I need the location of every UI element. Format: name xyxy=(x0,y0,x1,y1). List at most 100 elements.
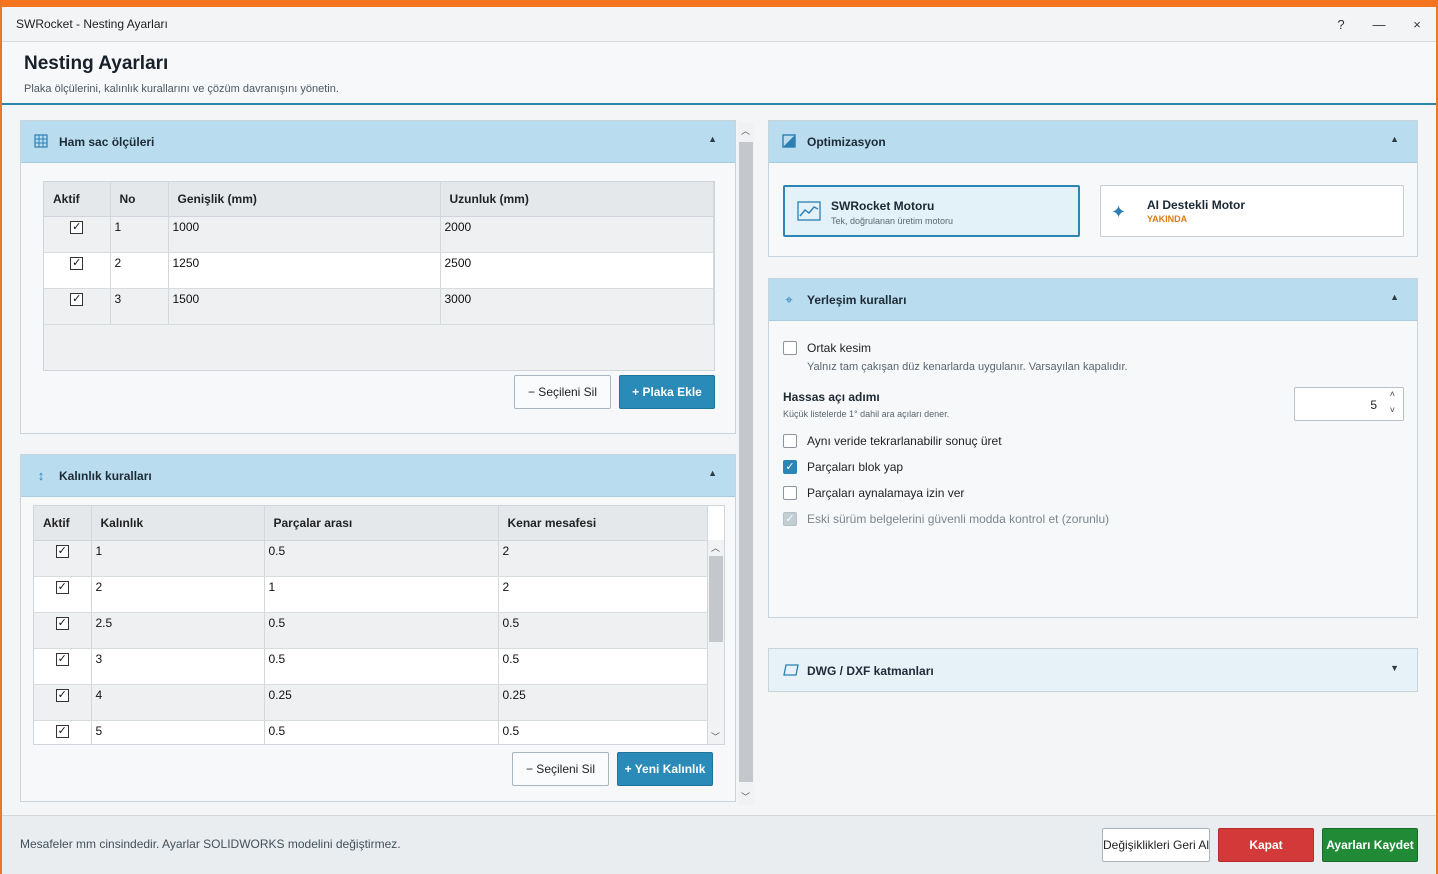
thickness-table-scrollbar[interactable]: ︿ ﹀ xyxy=(708,540,724,744)
collapse-icon[interactable]: ▲ xyxy=(1390,292,1399,302)
block-parts-label[interactable]: Parçaları blok yap xyxy=(807,460,903,474)
row-checkbox[interactable]: ✓ xyxy=(55,688,69,702)
scroll-up-icon[interactable]: ︿ xyxy=(741,124,750,137)
cell-no[interactable]: 1 xyxy=(110,216,169,253)
repeatable-result-label[interactable]: Aynı veride tekrarlanabilir sonuç üret xyxy=(807,434,1002,448)
engine-swrocket-card[interactable]: SWRocket Motoru Tek, doğrulanan üretim m… xyxy=(783,185,1080,237)
col-header[interactable]: Kenar mesafesi xyxy=(498,506,708,541)
scroll-down-icon[interactable]: ﹀ xyxy=(711,730,720,743)
block-parts-checkbox[interactable]: ✓ xyxy=(783,460,797,474)
revert-changes-button[interactable]: Değişiklikleri Geri Al xyxy=(1102,828,1210,862)
scroll-down-icon[interactable]: ﹀ xyxy=(741,790,750,803)
collapse-icon[interactable]: ▲ xyxy=(1390,134,1399,144)
cell-gap[interactable]: 1 xyxy=(264,576,499,613)
table-row[interactable]: ✓ 3 0.5 0.5 xyxy=(34,648,708,685)
cell-width[interactable]: 1000 xyxy=(168,216,441,253)
table-row[interactable]: ✓ 1 1000 2000 xyxy=(44,216,714,253)
col-header[interactable]: Aktif xyxy=(34,506,92,541)
save-settings-button[interactable]: Ayarları Kaydet xyxy=(1322,828,1418,862)
engine-ai-card[interactable]: ✦ AI Destekli Motor YAKINDA xyxy=(1100,185,1404,237)
collapse-icon[interactable]: ▲ xyxy=(708,468,717,478)
cell-gap[interactable]: 0.5 xyxy=(264,648,499,685)
row-checkbox[interactable]: ✓ xyxy=(70,220,84,234)
scroll-thumb[interactable] xyxy=(739,142,753,782)
cell-gap[interactable]: 0.25 xyxy=(264,684,499,721)
close-window-button[interactable]: × xyxy=(1402,13,1432,37)
add-sheet-button[interactable]: + Plaka Ekle xyxy=(619,375,715,409)
optimization-header[interactable]: Optimizasyon ▲ xyxy=(769,121,1417,163)
table-row[interactable]: ✓ 2.5 0.5 0.5 xyxy=(34,612,708,649)
engine-name: AI Destekli Motor xyxy=(1147,198,1246,212)
cell-thickness[interactable]: 3 xyxy=(91,648,265,685)
col-header[interactable]: Uzunluk (mm) xyxy=(440,182,714,217)
minimize-button[interactable]: — xyxy=(1364,13,1394,37)
table-row[interactable]: ✓ 2 1 2 xyxy=(34,576,708,613)
angle-step-value[interactable]: 5 xyxy=(1370,398,1377,412)
cell-thickness[interactable]: 2 xyxy=(91,576,265,613)
cell-no[interactable]: 3 xyxy=(110,288,169,325)
table-row[interactable]: ✓ 5 0.5 0.5 xyxy=(34,720,708,744)
table-row[interactable]: ✓ 1 0.5 2 xyxy=(34,540,708,577)
cell-edge[interactable]: 2 xyxy=(498,576,708,613)
scroll-thumb[interactable] xyxy=(709,556,723,642)
cell-edge[interactable]: 0.5 xyxy=(498,648,708,685)
row-checkbox[interactable]: ✓ xyxy=(55,580,69,594)
collapse-icon[interactable]: ▲ xyxy=(708,134,717,144)
mirror-parts-checkbox[interactable] xyxy=(783,486,797,500)
col-header[interactable]: Genişlik (mm) xyxy=(168,182,441,217)
col-header[interactable]: Parçalar arası xyxy=(264,506,499,541)
cell-thickness[interactable]: 5 xyxy=(91,720,265,744)
row-checkbox[interactable]: ✓ xyxy=(55,652,69,666)
sheet-sizes-header[interactable]: Ham sac ölçüleri ▲ xyxy=(21,121,735,163)
cell-length[interactable]: 2000 xyxy=(440,216,714,253)
cell-edge[interactable]: 0.5 xyxy=(498,612,708,649)
cell-gap[interactable]: 0.5 xyxy=(264,720,499,744)
cell-length[interactable]: 2500 xyxy=(440,252,714,289)
table-row[interactable]: ✓ 2 1250 2500 xyxy=(44,252,714,289)
col-header[interactable]: Kalınlık xyxy=(91,506,265,541)
common-cut-checkbox[interactable] xyxy=(783,341,797,355)
col-header[interactable]: No xyxy=(110,182,169,217)
cell-no[interactable]: 2 xyxy=(110,252,169,289)
row-checkbox[interactable]: ✓ xyxy=(70,292,84,306)
close-button[interactable]: Kapat xyxy=(1218,828,1314,862)
row-checkbox[interactable]: ✓ xyxy=(70,256,84,270)
layers-panel[interactable]: DWG / DXF katmanları ▼ xyxy=(768,648,1418,692)
spin-up-icon[interactable]: ˄ xyxy=(1390,389,1395,399)
cell-edge[interactable]: 0.5 xyxy=(498,720,708,744)
row-checkbox[interactable]: ✓ xyxy=(55,544,69,558)
placement-rules-header[interactable]: ⌖ Yerleşim kuralları ▲ xyxy=(769,279,1417,321)
engine-description: Tek, doğrulanan üretim motoru xyxy=(831,216,954,226)
row-checkbox[interactable]: ✓ xyxy=(55,724,69,738)
mirror-parts-label[interactable]: Parçaları aynalamaya izin ver xyxy=(807,486,964,500)
thickness-rules-header[interactable]: ↕ Kalınlık kuralları ▲ xyxy=(21,455,735,497)
cell-width[interactable]: 1250 xyxy=(168,252,441,289)
table-row[interactable]: ✓ 4 0.25 0.25 xyxy=(34,684,708,721)
cell-edge[interactable]: 0.25 xyxy=(498,684,708,721)
cell-gap[interactable]: 0.5 xyxy=(264,540,499,577)
add-thickness-button[interactable]: + Yeni Kalınlık xyxy=(617,752,713,786)
col-header[interactable]: Aktif xyxy=(44,182,111,217)
spin-down-icon[interactable]: ˅ xyxy=(1390,405,1395,415)
crosshair-icon: ⌖ xyxy=(785,292,793,307)
cell-length[interactable]: 3000 xyxy=(440,288,714,325)
repeatable-result-checkbox[interactable] xyxy=(783,434,797,448)
scroll-up-icon[interactable]: ︿ xyxy=(711,541,720,554)
row-checkbox[interactable]: ✓ xyxy=(55,616,69,630)
common-cut-label[interactable]: Ortak kesim xyxy=(807,341,871,355)
help-button[interactable]: ? xyxy=(1326,13,1356,37)
delete-sheet-button[interactable]: − Seçileni Sil xyxy=(514,375,611,409)
cell-thickness[interactable]: 2.5 xyxy=(91,612,265,649)
page-header: Nesting Ayarları Plaka ölçülerini, kalın… xyxy=(2,42,1436,105)
footer-bar: Mesafeler mm cinsindedir. Ayarlar SOLIDW… xyxy=(2,815,1436,874)
table-row[interactable]: ✓ 3 1500 3000 xyxy=(44,288,714,325)
cell-edge[interactable]: 2 xyxy=(498,540,708,577)
cell-width[interactable]: 1500 xyxy=(168,288,441,325)
angle-step-spinbox[interactable]: 5 ˄ ˅ xyxy=(1294,387,1404,421)
cell-gap[interactable]: 0.5 xyxy=(264,612,499,649)
expand-icon[interactable]: ▼ xyxy=(1390,663,1399,673)
cell-thickness[interactable]: 1 xyxy=(91,540,265,577)
left-scrollbar[interactable]: ︿ ﹀ xyxy=(738,122,754,805)
delete-thickness-button[interactable]: − Seçileni Sil xyxy=(512,752,609,786)
cell-thickness[interactable]: 4 xyxy=(91,684,265,721)
